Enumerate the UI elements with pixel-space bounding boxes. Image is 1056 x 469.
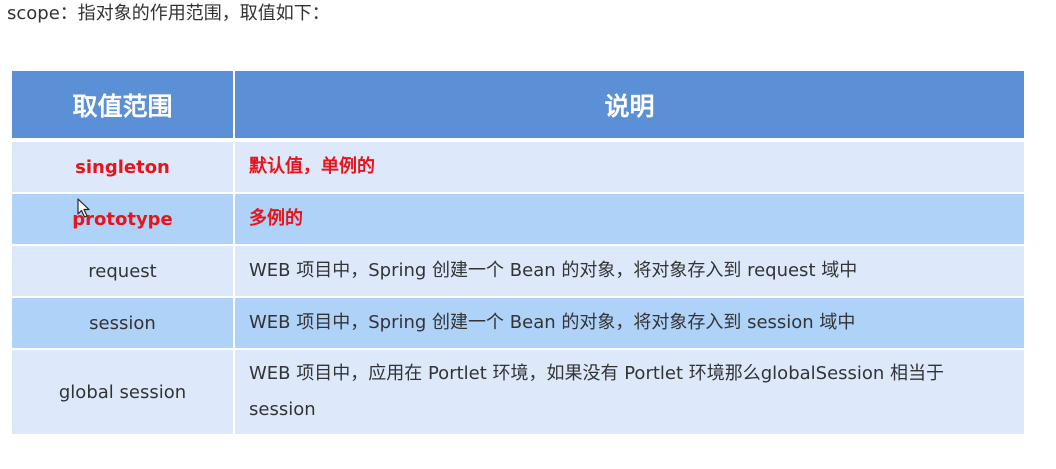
table-header-row: 取值范围 说明 bbox=[12, 71, 1024, 142]
scope-desc-cell: 多例的 bbox=[234, 193, 1024, 246]
table-row-request: request WEB 项目中，Spring 创建一个 Bean 的对象，将对象… bbox=[12, 245, 1024, 298]
intro-text: scope：指对象的作用范围，取值如下： bbox=[7, 3, 330, 24]
scope-values-table: 取值范围 说明 singleton 默认值，单例的 prototype 多例的 … bbox=[12, 71, 1024, 436]
scope-desc-cell: WEB 项目中，应用在 Portlet 环境，如果没有 Portlet 环境那么… bbox=[234, 349, 1024, 436]
scope-name-cell: global session bbox=[12, 349, 235, 436]
scope-name-cell: prototype bbox=[12, 193, 235, 246]
header-value-range: 取值范围 bbox=[12, 71, 235, 142]
table-row-singleton: singleton 默认值，单例的 bbox=[12, 140, 1024, 194]
scope-desc-cell: WEB 项目中，Spring 创建一个 Bean 的对象，将对象存入到 sess… bbox=[234, 297, 1024, 350]
header-description: 说明 bbox=[234, 71, 1024, 142]
scope-name-cell: request bbox=[12, 245, 235, 298]
scope-desc-cell: WEB 项目中，Spring 创建一个 Bean 的对象，将对象存入到 requ… bbox=[234, 245, 1024, 298]
table-row-session: session WEB 项目中，Spring 创建一个 Bean 的对象，将对象… bbox=[12, 297, 1024, 350]
table-row-global-session: global session WEB 项目中，应用在 Portlet 环境，如果… bbox=[12, 349, 1024, 436]
scope-desc-cell: 默认值，单例的 bbox=[234, 140, 1024, 194]
mouse-pointer-icon bbox=[77, 198, 90, 218]
scope-name-cell: singleton bbox=[12, 140, 235, 194]
scope-name-cell: session bbox=[12, 297, 235, 350]
table-row-prototype: prototype 多例的 bbox=[12, 193, 1024, 246]
